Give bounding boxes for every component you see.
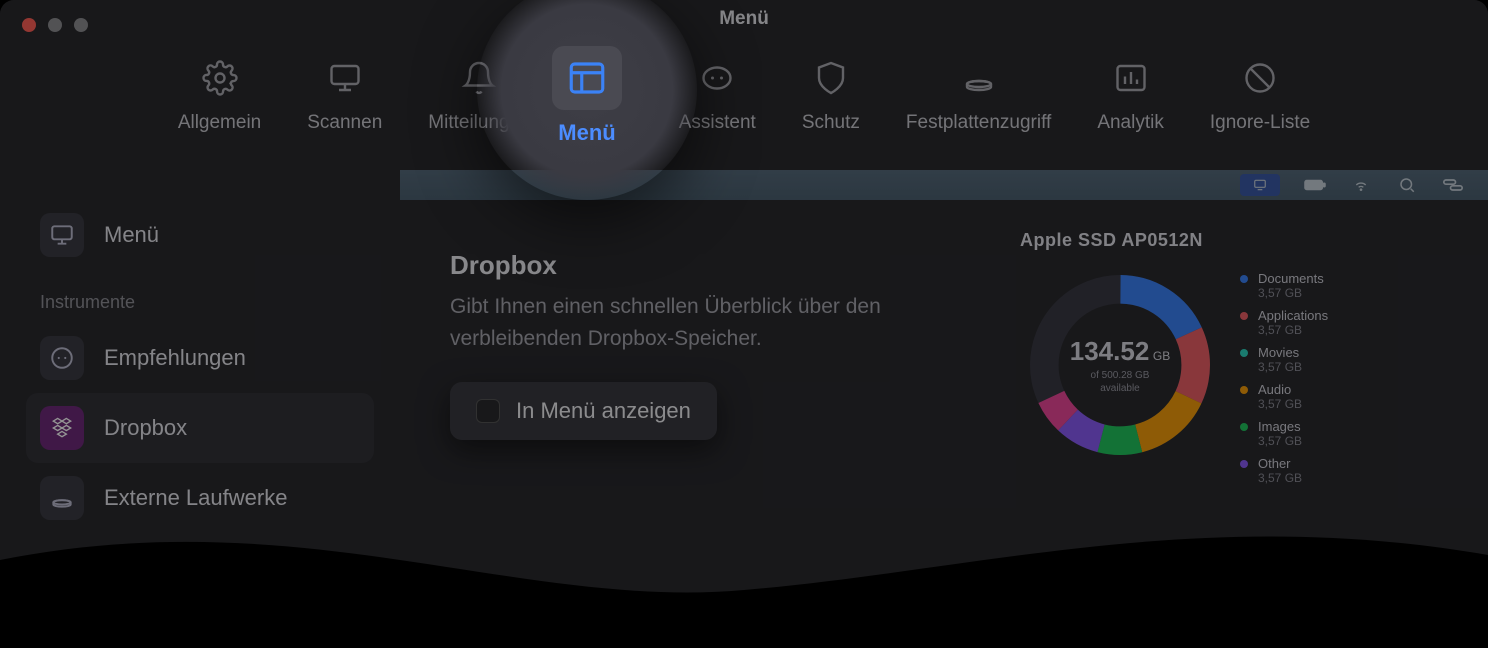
- legend-value: 3,57 GB: [1258, 286, 1324, 300]
- tab-scannen[interactable]: Scannen: [301, 44, 388, 142]
- show-in-menu-toggle[interactable]: In Menü anzeigen: [450, 382, 717, 440]
- tab-menu[interactable]: Menü: [571, 44, 639, 142]
- disk-health-value: 92%: [1120, 574, 1148, 590]
- sidebar-item-label: Dropbox: [104, 415, 187, 441]
- thermometer-icon: [1179, 574, 1193, 590]
- tab-label: Festplattenzugriff: [906, 112, 1051, 134]
- assistant-icon: [699, 60, 735, 96]
- preferences-toolbar: Allgemein Scannen Mitteilungen Menü Assi…: [0, 44, 1488, 142]
- disk-free-value: 134.52: [1070, 336, 1150, 366]
- sidebar-item-externe-laufwerke[interactable]: Externe Laufwerke: [26, 463, 374, 533]
- tab-label: Ignore-Liste: [1210, 112, 1310, 134]
- heart-icon: [1020, 574, 1036, 590]
- tab-ignore-liste[interactable]: Ignore-Liste: [1204, 44, 1316, 142]
- dots-icon: [49, 345, 75, 371]
- battery-icon[interactable]: [1304, 176, 1326, 194]
- legend-value: 3,57 GB: [1258, 360, 1302, 374]
- bell-icon: [461, 60, 497, 96]
- gear-icon: [202, 60, 238, 96]
- disk-available-label: available: [1100, 383, 1139, 394]
- legend-dot-icon: [1240, 349, 1248, 357]
- legend-value: 3,57 GB: [1258, 471, 1302, 485]
- window-controls: [22, 18, 88, 32]
- legend-dot-icon: [1240, 460, 1248, 468]
- sidebar-section-label: Instrumente: [26, 270, 374, 323]
- window-title: Menü: [0, 0, 1488, 30]
- close-icon[interactable]: [22, 18, 36, 32]
- search-icon[interactable]: [1396, 176, 1418, 194]
- tab-label: Mitteilungen: [428, 112, 530, 134]
- monitor-icon: [327, 60, 363, 96]
- disk-icon: [961, 60, 997, 96]
- tab-assistent[interactable]: Assistent: [673, 44, 762, 142]
- chart-icon: [1113, 60, 1149, 96]
- legend-label: Images: [1258, 419, 1302, 434]
- legend-dot-icon: [1240, 423, 1248, 431]
- detail-title: Dropbox: [450, 250, 990, 281]
- tab-label: Scannen: [307, 112, 382, 134]
- tab-allgemein[interactable]: Allgemein: [172, 44, 267, 142]
- disk-temp-value: 35°C: [1315, 574, 1346, 590]
- detail-description: Gibt Ihnen einen schnellen Überblick übe…: [450, 291, 910, 354]
- disk-health-label: Health: [1046, 574, 1086, 590]
- content-pane: Dropbox Gibt Ihnen einen schnellen Überb…: [400, 170, 1488, 648]
- tab-label: Schutz: [802, 112, 860, 134]
- disk-widget: Apple SSD AP0512N 134.52 GB of 500.: [1020, 230, 1460, 590]
- tab-festplattenzugriff[interactable]: Festplattenzugriff: [900, 44, 1057, 142]
- legend-dot-icon: [1240, 312, 1248, 320]
- shield-icon: [813, 60, 849, 96]
- disk-temp-label: Temperature: [1203, 574, 1282, 590]
- legend-label: Applications: [1258, 308, 1328, 323]
- disk-donut-chart: 134.52 GB of 500.28 GB available: [1020, 265, 1220, 465]
- disk-temperature: Temperature 35°C: [1179, 574, 1347, 590]
- block-icon: [1242, 60, 1278, 96]
- tab-analytik[interactable]: Analytik: [1091, 44, 1170, 142]
- legend-value: 3,57 GB: [1258, 397, 1302, 411]
- disk-health: Health 92%: [1020, 574, 1149, 590]
- legend-dot-icon: [1240, 386, 1248, 394]
- legend-label: Audio: [1258, 382, 1302, 397]
- preferences-window: Menü Allgemein Scannen Mitteilungen Menü…: [0, 0, 1488, 648]
- control-center-icon[interactable]: [1442, 176, 1464, 194]
- tab-schutz[interactable]: Schutz: [796, 44, 866, 142]
- sidebar-item-dropbox[interactable]: Dropbox: [26, 393, 374, 463]
- tab-label: Menü: [580, 112, 630, 134]
- legend-label: Movies: [1258, 345, 1302, 360]
- disk-title: Apple SSD AP0512N: [1020, 230, 1460, 251]
- legend-dot-icon: [1240, 275, 1248, 283]
- layout-icon: [586, 59, 624, 97]
- sidebar-header-label: Menü: [104, 222, 159, 248]
- wifi-icon[interactable]: [1350, 176, 1372, 194]
- disk-total: of 500.28 GB: [1091, 370, 1150, 381]
- legend-value: 3,57 GB: [1258, 434, 1302, 448]
- checkbox-icon[interactable]: [476, 399, 500, 423]
- tab-mitteilungen[interactable]: Mitteilungen: [422, 44, 536, 142]
- sidebar-item-label: Empfehlungen: [104, 345, 246, 371]
- legend-label: Documents: [1258, 271, 1324, 286]
- tab-label: Assistent: [679, 112, 756, 134]
- sidebar-item-label: Externe Laufwerke: [104, 485, 287, 511]
- disk-free-unit: GB: [1153, 349, 1170, 363]
- disk-legend: Documents3,57 GB Applications3,57 GB Mov…: [1240, 265, 1328, 485]
- maximize-icon[interactable]: [74, 18, 88, 32]
- legend-value: 3,57 GB: [1258, 323, 1328, 337]
- menubar-monitor-icon[interactable]: [1240, 174, 1280, 196]
- menubar-preview: [400, 170, 1488, 200]
- tab-label: Analytik: [1097, 112, 1164, 134]
- tab-label: Allgemein: [178, 112, 261, 134]
- minimize-icon[interactable]: [48, 18, 62, 32]
- dropbox-icon: [49, 415, 75, 441]
- monitor-icon: [49, 222, 75, 248]
- checkbox-label: In Menü anzeigen: [516, 398, 691, 424]
- sidebar-item-empfehlungen[interactable]: Empfehlungen: [26, 323, 374, 393]
- sidebar-header-menu[interactable]: Menü: [26, 200, 374, 270]
- legend-label: Other: [1258, 456, 1302, 471]
- drive-icon: [49, 485, 75, 511]
- sidebar: Menü Instrumente Empfehlungen Dropbox Ex…: [0, 170, 400, 648]
